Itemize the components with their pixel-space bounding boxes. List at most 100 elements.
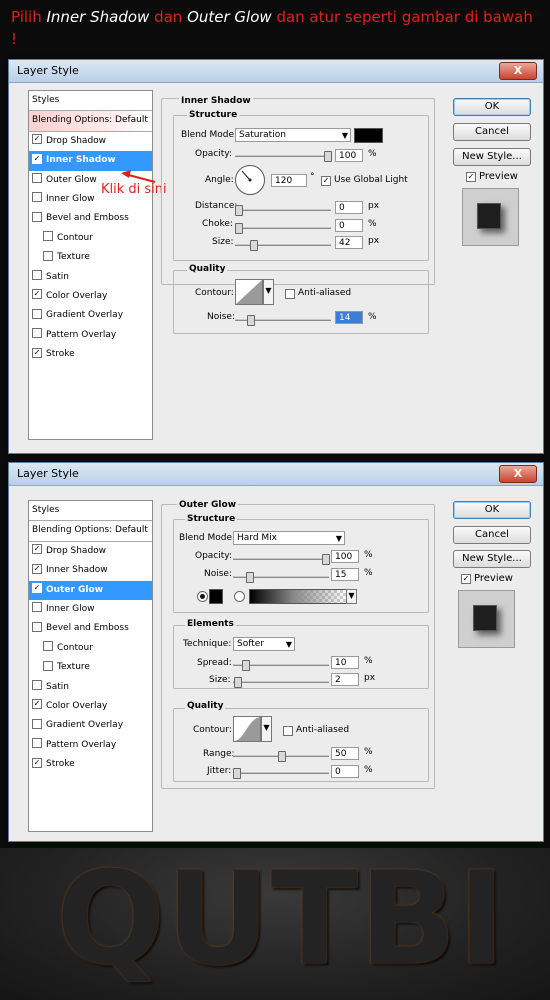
size-slider[interactable] [235,240,331,251]
style-item-inner-shadow[interactable]: ✓ Inner Shadow [29,561,152,580]
slider-thumb[interactable] [250,240,259,251]
styles-header[interactable]: Styles [29,501,152,522]
size-slider[interactable] [233,677,329,688]
slider-thumb[interactable] [324,151,332,162]
style-checkbox[interactable] [32,738,42,749]
contour-preview[interactable] [235,279,263,305]
style-item-gradient-overlay[interactable]: Gradient Overlay [29,306,152,325]
opacity-slider[interactable] [235,151,332,162]
range-slider[interactable] [233,751,329,762]
style-checkbox[interactable] [32,270,42,281]
blend-mode-select[interactable]: Saturation ▼ [235,128,351,142]
style-item-color-overlay[interactable]: ✓ Color Overlay [29,287,152,306]
use-global-light-checkbox[interactable]: ✓ [321,176,331,186]
style-checkbox[interactable]: ✓ [32,583,42,594]
style-checkbox[interactable] [43,231,53,242]
gradient-dropdown[interactable]: ▼ [346,589,357,604]
distance-input[interactable]: 0 [335,201,363,214]
slider-thumb[interactable] [235,223,243,234]
blending-options-item[interactable]: Blending Options: Default [29,111,152,132]
slider-thumb[interactable] [233,768,241,779]
style-checkbox[interactable]: ✓ [32,544,42,555]
noise-slider[interactable] [233,572,329,583]
jitter-input[interactable]: 0 [331,765,359,778]
slider-thumb[interactable] [277,751,286,762]
slider-thumb[interactable] [235,205,243,216]
size-input[interactable]: 2 [331,673,359,686]
new-style-button[interactable]: New Style... [453,148,531,166]
style-checkbox[interactable] [32,602,42,613]
opacity-input[interactable]: 100 [335,149,363,162]
style-checkbox[interactable] [43,660,53,671]
slider-thumb[interactable] [241,660,250,671]
size-input[interactable]: 42 [335,236,363,249]
slider-thumb[interactable] [246,572,255,583]
anti-aliased-checkbox[interactable] [283,726,293,736]
style-item-satin[interactable]: Satin [29,678,152,697]
style-checkbox[interactable]: ✓ [32,153,42,164]
style-checkbox[interactable]: ✓ [32,699,42,710]
style-checkbox[interactable]: ✓ [32,289,42,300]
style-item-bevel-and-emboss[interactable]: Bevel and Emboss [29,209,152,228]
style-item-pattern-overlay[interactable]: Pattern Overlay [29,736,152,755]
style-item-gradient-overlay[interactable]: Gradient Overlay [29,716,152,735]
style-item-stroke[interactable]: ✓ Stroke [29,755,152,774]
choke-slider[interactable] [235,223,331,234]
style-item-drop-shadow[interactable]: ✓ Drop Shadow [29,132,152,151]
opacity-input[interactable]: 100 [331,550,359,563]
style-checkbox[interactable] [32,621,42,632]
spread-input[interactable]: 10 [331,656,359,669]
cancel-button[interactable]: Cancel [453,526,531,544]
style-item-bevel-and-emboss[interactable]: Bevel and Emboss [29,619,152,638]
angle-dial[interactable] [235,165,265,195]
new-style-button[interactable]: New Style... [453,550,531,568]
style-item-stroke[interactable]: ✓ Stroke [29,345,152,364]
style-checkbox[interactable] [32,211,42,222]
style-checkbox[interactable]: ✓ [32,563,42,574]
anti-aliased-checkbox[interactable] [285,289,295,299]
angle-input[interactable]: 120 [271,174,307,187]
spread-slider[interactable] [233,660,329,671]
solid-color-radio[interactable] [197,591,208,602]
shadow-color-swatch[interactable] [354,128,383,143]
slider-thumb[interactable] [322,554,330,565]
style-item-inner-glow[interactable]: Inner Glow [29,600,152,619]
style-checkbox[interactable] [43,250,53,261]
technique-select[interactable]: Softer ▼ [233,637,295,651]
style-item-texture[interactable]: Texture [29,658,152,677]
preview-checkbox[interactable]: ✓ [466,172,476,182]
style-checkbox[interactable] [32,308,42,319]
style-checkbox[interactable] [32,192,42,203]
style-item-color-overlay[interactable]: ✓ Color Overlay [29,697,152,716]
noise-input[interactable]: 15 [331,568,359,581]
range-input[interactable]: 50 [331,747,359,760]
cancel-button[interactable]: Cancel [453,123,531,141]
style-checkbox[interactable]: ✓ [32,347,42,358]
styles-header[interactable]: Styles [29,91,152,112]
glow-color-swatch[interactable] [209,589,223,604]
choke-input[interactable]: 0 [335,219,363,232]
slider-thumb[interactable] [233,677,242,688]
style-checkbox[interactable]: ✓ [32,134,42,145]
noise-input[interactable]: 14 [335,311,363,324]
contour-dropdown[interactable]: ▼ [261,716,272,742]
gradient-radio[interactable] [234,591,245,602]
style-checkbox[interactable] [32,680,42,691]
style-checkbox[interactable] [32,718,42,729]
style-checkbox[interactable]: ✓ [32,757,42,768]
style-item-contour[interactable]: Contour [29,639,152,658]
style-checkbox[interactable] [32,328,42,339]
style-item-outer-glow[interactable]: ✓ Outer Glow [29,580,152,600]
jitter-slider[interactable] [233,768,329,779]
style-item-texture[interactable]: Texture [29,248,152,267]
blend-mode-select[interactable]: Hard Mix ▼ [233,531,345,545]
opacity-slider[interactable] [233,554,330,565]
style-item-drop-shadow[interactable]: ✓ Drop Shadow [29,542,152,561]
close-button[interactable]: X [499,62,537,80]
noise-slider[interactable] [235,315,331,326]
style-item-pattern-overlay[interactable]: Pattern Overlay [29,326,152,345]
contour-preview[interactable] [233,716,261,742]
distance-slider[interactable] [235,205,331,216]
preview-checkbox[interactable]: ✓ [461,574,471,584]
style-checkbox[interactable] [43,641,53,652]
